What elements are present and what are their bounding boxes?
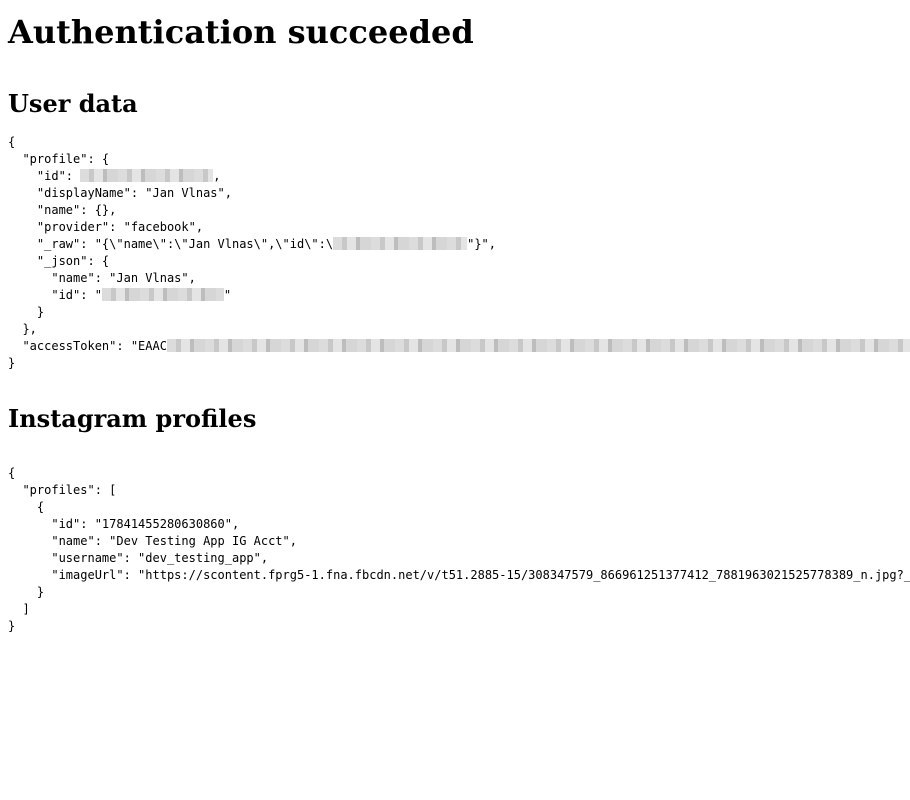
json-line: "displayName": "Jan Vlnas", bbox=[8, 186, 232, 200]
json-line: } bbox=[8, 585, 45, 599]
json-line: "}", bbox=[467, 237, 497, 251]
json-line: "profiles": [ bbox=[8, 483, 117, 497]
json-line: "profile": { bbox=[8, 152, 110, 166]
json-line: "provider": "facebook", bbox=[8, 220, 204, 234]
instagram-profiles-heading: Instagram profiles bbox=[8, 404, 257, 433]
json-line: "id": "17841455280630860", bbox=[8, 517, 240, 531]
json-line: { bbox=[8, 500, 45, 514]
redacted-profile-id bbox=[80, 169, 214, 182]
json-line: "accessToken": "EAAC bbox=[8, 339, 167, 353]
json-line: "name": "Jan Vlnas", bbox=[8, 271, 196, 285]
json-line: , bbox=[213, 169, 221, 183]
json-line: "_raw": "{\"name\":\"Jan Vlnas\",\"id\":… bbox=[8, 237, 334, 251]
json-line: "name": "Dev Testing App IG Acct", bbox=[8, 534, 297, 548]
page-title: Authentication succeeded bbox=[8, 13, 474, 51]
json-line: " bbox=[223, 288, 232, 302]
user-data-json: { "profile": { "id": , "displayName": "J… bbox=[8, 134, 910, 372]
json-line: "username": "dev_testing_app", bbox=[8, 551, 269, 565]
json-line: { bbox=[8, 135, 16, 149]
json-line: } bbox=[8, 356, 16, 370]
json-line: }, bbox=[8, 322, 37, 336]
instagram-profiles-json: { "profiles": [ { "id": "178414552806308… bbox=[8, 465, 910, 635]
json-line: } bbox=[8, 619, 16, 633]
json-line: "id": " bbox=[8, 288, 102, 302]
json-line: } bbox=[8, 305, 45, 319]
redacted-access-token bbox=[166, 339, 910, 352]
json-line: { bbox=[8, 466, 16, 480]
json-line: "id": bbox=[8, 169, 81, 183]
json-line: "imageUrl": "https://scontent.fprg5-1.fn… bbox=[8, 568, 910, 582]
json-line: "_json": { bbox=[8, 254, 110, 268]
redacted-json-id bbox=[101, 288, 224, 301]
user-data-heading: User data bbox=[8, 89, 138, 118]
json-line: ] bbox=[8, 602, 30, 616]
json-line: "name": {}, bbox=[8, 203, 117, 217]
redacted-raw-id bbox=[333, 237, 468, 250]
